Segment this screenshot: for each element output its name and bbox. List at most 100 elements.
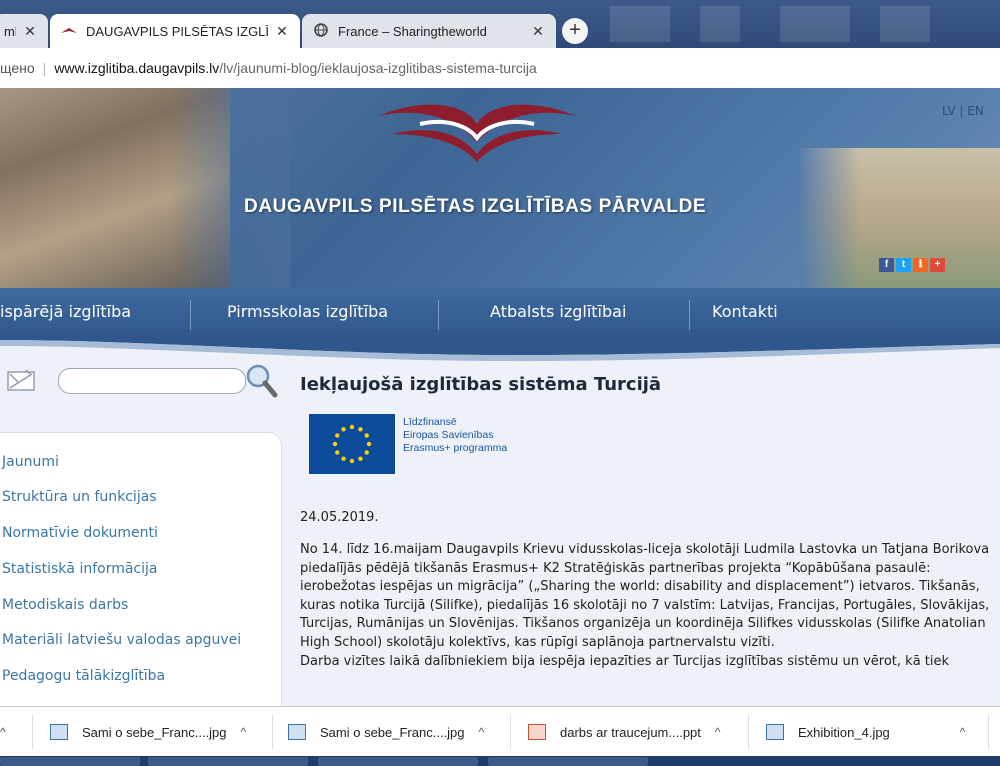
sidebar-item-statistiska[interactable]: Statistiskā informācija xyxy=(2,561,157,577)
eu-star xyxy=(335,433,340,438)
background-thumbnail xyxy=(880,6,930,42)
close-icon[interactable]: ✕ xyxy=(530,23,546,40)
search-input[interactable] xyxy=(58,368,246,394)
os-taskbar xyxy=(0,756,1000,766)
download-separator xyxy=(32,715,33,749)
download-item[interactable]: Sami o sebe_Franc....jpg ^ xyxy=(50,707,246,757)
eu-line: Eiropas Savienības xyxy=(403,429,494,441)
taskbar-button[interactable] xyxy=(148,757,308,766)
image-file-icon xyxy=(766,724,784,740)
eu-star xyxy=(335,450,340,455)
nav-wave-decoration xyxy=(0,336,1000,362)
chevron-up-icon[interactable]: ^ xyxy=(715,725,721,739)
book-logo-icon xyxy=(60,24,78,39)
nav-atbalsts-izglitibai[interactable]: Atbalsts izglītībai xyxy=(490,302,626,321)
eu-star xyxy=(341,456,346,461)
eu-star xyxy=(341,427,346,432)
classroom-photo xyxy=(0,88,290,288)
article-paragraph: No 14. līdz 16.maijam Daugavpils Krievu … xyxy=(300,542,990,650)
language-switcher[interactable]: LV | EN xyxy=(942,104,984,118)
taskbar-button[interactable] xyxy=(318,757,478,766)
security-label[interactable]: щено xyxy=(0,60,35,76)
download-item[interactable]: darbs ar traucejum....ppt ^ xyxy=(528,707,721,757)
facebook-icon[interactable]: f xyxy=(879,258,894,272)
sitemap-icon[interactable] xyxy=(6,366,36,394)
download-filename: Exhibition_4.jpg xyxy=(798,724,890,740)
image-file-icon xyxy=(50,724,68,740)
article-paragraph: Darba vizītes laikā dalībniekiem bija ie… xyxy=(300,653,950,669)
eu-star xyxy=(349,458,355,464)
share-plus-icon[interactable]: + xyxy=(930,258,945,272)
tab-title: France – Sharingtheworld xyxy=(338,23,487,39)
download-filename: Sami o sebe_Franc....jpg xyxy=(320,724,465,740)
taskbar-button[interactable] xyxy=(488,757,648,766)
site-title[interactable]: DAUGAVPILS PILSĒTAS IZGLĪTĪBAS PĀRVALDE xyxy=(244,196,706,218)
close-icon[interactable]: ✕ xyxy=(274,23,290,40)
tab-france[interactable]: France – Sharingtheworld ✕ xyxy=(302,14,556,48)
background-thumbnail xyxy=(610,6,670,42)
download-filename: darbs ar traucejum....ppt xyxy=(560,724,701,740)
eu-star xyxy=(364,433,369,438)
eu-funding-label: Līdzfinansē Eiropas Savienības Erasmus+ … xyxy=(403,416,507,455)
twitter-icon[interactable]: t xyxy=(896,258,911,272)
chevron-up-icon[interactable]: ^ xyxy=(479,725,485,739)
social-links: f t ℹ + xyxy=(879,258,945,272)
tab-daugavpils[interactable]: DAUGAVPILS PILSĒTAS IZGLĪTĪBA ✕ xyxy=(50,14,300,48)
close-icon[interactable]: ✕ xyxy=(22,23,38,40)
sidebar-item-jaunumi[interactable]: Jaunumi xyxy=(2,454,59,470)
chevron-up-icon[interactable]: ^ xyxy=(241,725,247,739)
nav-divider xyxy=(190,300,191,330)
tab-title: mbc xyxy=(4,23,16,39)
sidebar-item-pedagogu[interactable]: Pedagogu tālākizglītība xyxy=(2,668,165,684)
globe-icon xyxy=(312,22,330,40)
site-logo-icon[interactable] xyxy=(372,94,582,164)
download-separator xyxy=(510,715,511,749)
nav-kontakti[interactable]: Kontakti xyxy=(712,302,778,321)
address-bar[interactable]: щено | www.izglitiba.daugavpils.lv /lv/j… xyxy=(0,48,1000,89)
eu-star xyxy=(332,441,338,447)
site-header: DAUGAVPILS PILSĒTAS IZGLĪTĪBAS PĀRVALDE … xyxy=(0,88,1000,288)
sidebar-item-normativie[interactable]: Normatīvie dokumenti xyxy=(2,525,158,541)
download-item-partial[interactable]: ^ xyxy=(0,707,6,757)
eu-line: Līdzfinansē xyxy=(403,416,457,428)
eu-star xyxy=(366,441,372,447)
nav-pirmsskolas-izglitiba[interactable]: Pirmsskolas izglītība xyxy=(227,302,388,321)
tab-partial[interactable]: mbc ✕ xyxy=(0,14,48,48)
eu-star xyxy=(349,424,355,430)
nav-vispareja-izglitiba[interactable]: ispārējā izglītība xyxy=(0,302,131,321)
presentation-file-icon xyxy=(528,724,546,740)
image-file-icon xyxy=(288,724,306,740)
download-separator xyxy=(988,715,989,749)
sidebar-item-metodiskais[interactable]: Metodiskais darbs xyxy=(2,597,128,613)
download-separator xyxy=(272,715,273,749)
download-item[interactable]: Sami o sebe_Franc....jpg ^ xyxy=(288,707,484,757)
article-date: 24.05.2019. xyxy=(300,510,379,525)
browser-tab-strip: mbc ✕ DAUGAVPILS PILSĒTAS IZGLĪTĪBA ✕ Fr… xyxy=(0,0,1000,48)
eu-star xyxy=(358,427,363,432)
download-filename: Sami o sebe_Franc....jpg xyxy=(82,724,227,740)
article-body: No 14. līdz 16.maijam Daugavpils Krievu … xyxy=(300,541,1000,671)
download-separator xyxy=(748,715,749,749)
background-thumbnail xyxy=(780,6,850,42)
rss-icon[interactable]: ℹ xyxy=(913,258,928,272)
article-title: Iekļaujošā izglītības sistēma Turcijā xyxy=(300,374,662,395)
address-separator: | xyxy=(42,60,47,76)
nav-divider xyxy=(689,300,690,330)
eu-flag-icon xyxy=(309,414,395,474)
chevron-up-icon[interactable]: ^ xyxy=(960,725,966,739)
sidebar-item-struktura[interactable]: Struktūra un funkcijas xyxy=(2,489,157,505)
tab-title: DAUGAVPILS PILSĒTAS IZGLĪTĪBA xyxy=(86,23,268,39)
chevron-up-icon[interactable]: ^ xyxy=(0,725,6,739)
eu-star xyxy=(364,450,369,455)
eu-star xyxy=(358,456,363,461)
main-nav: ispārējā izglītība Pirmsskolas izglītība… xyxy=(0,288,1000,340)
search-icon[interactable] xyxy=(244,362,278,398)
url-host: www.izglitiba.daugavpils.lv xyxy=(54,60,220,76)
new-tab-button[interactable]: + xyxy=(562,18,588,44)
eu-line: Erasmus+ programma xyxy=(403,442,508,454)
download-shelf: ^ Sami o sebe_Franc....jpg ^ Sami o sebe… xyxy=(0,706,1000,757)
taskbar-button[interactable] xyxy=(0,757,140,766)
url-path: /lv/jaunumi-blog/ieklaujosa-izglitibas-s… xyxy=(219,60,537,76)
download-item[interactable]: Exhibition_4.jpg ^ xyxy=(766,707,965,757)
sidebar-item-materiali[interactable]: Materiāli latviešu valodas apguvei xyxy=(2,632,241,648)
